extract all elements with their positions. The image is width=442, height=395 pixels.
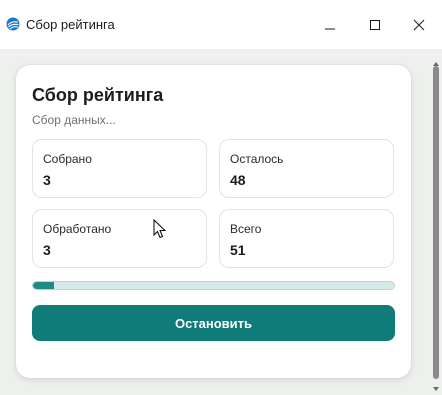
close-icon: [413, 19, 425, 31]
close-button[interactable]: [396, 10, 442, 40]
title-bar[interactable]: Сбор рейтинга: [0, 0, 442, 49]
mouse-pointer-icon: [153, 219, 167, 239]
scrollbar-thumb[interactable]: [433, 66, 439, 379]
progress-bar: [32, 281, 395, 290]
stat-label: Всего: [230, 222, 262, 236]
window-title: Сбор рейтинга: [26, 17, 115, 32]
stat-label: Обработано: [43, 222, 112, 236]
stat-label: Осталось: [230, 152, 284, 166]
rating-collection-card: Сбор рейтинга Сбор данных... Собрано 3 О…: [16, 65, 411, 378]
stat-value: 3: [43, 172, 51, 188]
progress-bar-fill: [33, 282, 55, 289]
card-title: Сбор рейтинга: [32, 85, 164, 105]
app-logo-icon: [6, 17, 20, 31]
vertical-scrollbar[interactable]: [432, 60, 440, 393]
scroll-down-arrow-icon[interactable]: [432, 385, 440, 393]
stat-remaining: Осталось 48: [219, 139, 394, 198]
maximize-icon: [370, 20, 380, 30]
maximize-button[interactable]: [352, 10, 398, 40]
minimize-button[interactable]: [307, 10, 353, 40]
stat-collected: Собрано 3: [32, 139, 207, 198]
stat-value: 51: [230, 242, 246, 258]
stat-total: Всего 51: [219, 209, 394, 268]
stat-value: 3: [43, 242, 51, 258]
status-text: Сбор данных...: [32, 113, 116, 127]
stop-button[interactable]: Остановить: [32, 305, 395, 341]
minimize-icon: [325, 28, 335, 30]
stat-label: Собрано: [43, 152, 92, 166]
stat-processed: Обработано 3: [32, 209, 207, 268]
stat-value: 48: [230, 172, 246, 188]
